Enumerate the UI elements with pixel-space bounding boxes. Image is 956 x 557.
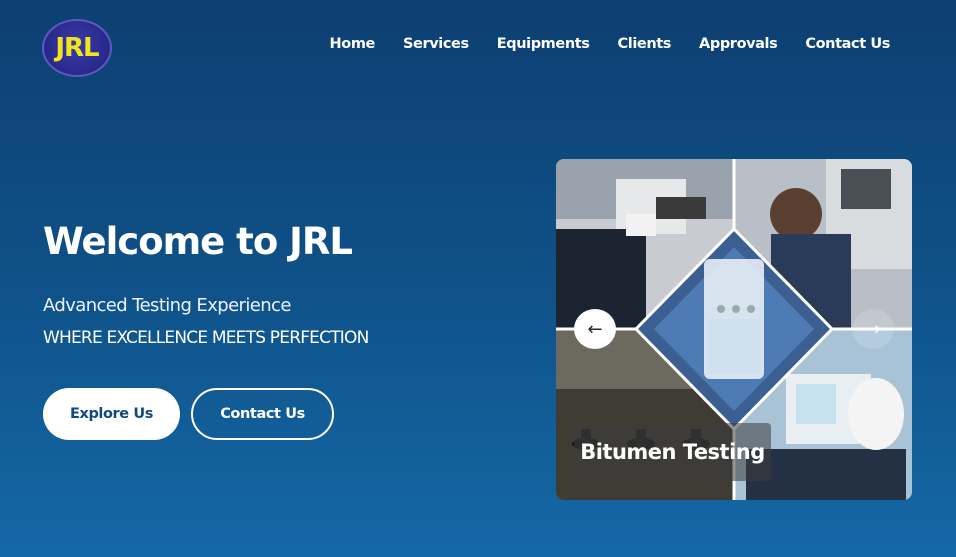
hero-subtitle: Advanced Testing Experience (43, 295, 291, 316)
contact-us-button[interactable]: Contact Us (191, 388, 334, 440)
nav-equipments[interactable]: Equipments (497, 36, 590, 52)
carousel-caption: Bitumen Testing (574, 423, 771, 481)
explore-us-button[interactable]: Explore Us (43, 388, 180, 440)
carousel-next-button[interactable]: → (852, 309, 894, 349)
nav-home[interactable]: Home (330, 36, 376, 52)
carousel-prev-button[interactable]: ← (574, 309, 616, 349)
arrow-right-icon: → (865, 318, 881, 340)
logo-text: JRL (55, 33, 99, 63)
main-nav: Home Services Equipments Clients Approva… (330, 36, 891, 52)
nav-services[interactable]: Services (403, 36, 469, 52)
nav-approvals[interactable]: Approvals (699, 36, 778, 52)
nav-contact-us[interactable]: Contact Us (805, 36, 890, 52)
hero-tagline: WHERE EXCELLENCE MEETS PERFECTION (43, 328, 369, 348)
jrl-logo[interactable]: JRL (42, 19, 112, 77)
nav-clients[interactable]: Clients (618, 36, 672, 52)
arrow-left-icon: ← (587, 318, 603, 340)
hero-title: Welcome to JRL (43, 220, 353, 263)
